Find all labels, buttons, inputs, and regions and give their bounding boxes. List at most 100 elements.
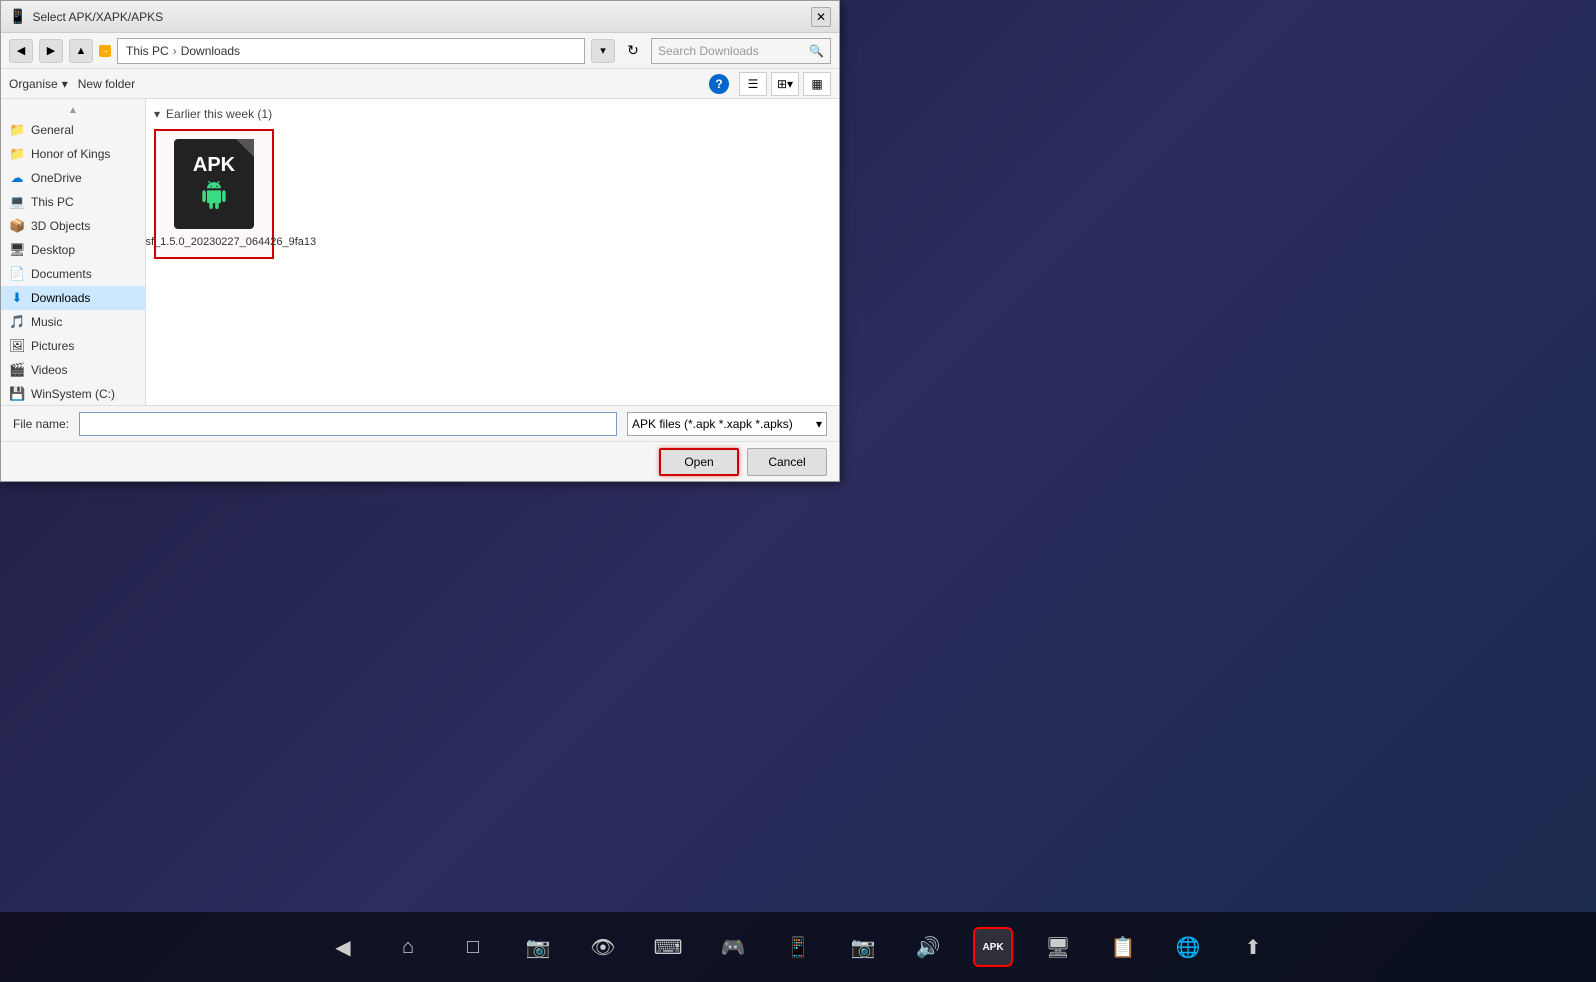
help-button[interactable]: ? [709, 74, 729, 94]
breadcrumb-dropdown[interactable]: ▾ [591, 39, 615, 63]
dock-display-button[interactable]: 🖥 [1038, 927, 1078, 967]
dock-back-button[interactable]: ◀ [323, 927, 363, 967]
sidebar-label-onedrive: OneDrive [31, 171, 82, 185]
dialog-close-button[interactable]: ✕ [811, 7, 831, 27]
dock-eye-button[interactable]: 👁 [583, 927, 623, 967]
refresh-button[interactable]: ↻ [621, 39, 645, 63]
search-placeholder: Search Downloads [658, 44, 759, 58]
view-toggle-area: ☰ ⊞▾ ▦ [739, 72, 831, 96]
new-folder-button[interactable]: New folder [78, 77, 135, 91]
sidebar-item-videos[interactable]: 🎬 Videos [1, 358, 145, 382]
sidebar-label-general: General [31, 123, 74, 137]
search-icon-dialog: 🔍 [809, 44, 824, 58]
sidebar-item-downloads[interactable]: ⬇ Downloads [1, 286, 145, 310]
folder-icon-music: 🎵 [9, 314, 25, 330]
dock-screen-button[interactable]: □ [453, 927, 493, 967]
dialog-content: ▾ Earlier this week (1) APK yslzmcsf_1.5… [146, 99, 839, 405]
file-name-label: yslzmcsf_1.5.0_20230227_064426_9fa13 [146, 235, 316, 249]
folder-icon-general: 📁 [9, 122, 25, 138]
new-folder-label: New folder [78, 77, 135, 91]
sidebar-label-3dobjects: 3D Objects [31, 219, 90, 233]
folder-icon-honor: 📁 [9, 146, 25, 162]
section-header-earlier[interactable]: ▾ Earlier this week (1) [154, 107, 831, 121]
drive-icon-winsystem: 💾 [9, 386, 25, 402]
sidebar-item-pictures[interactable]: 🖼 Pictures [1, 334, 145, 358]
dialog-title-left: 📱 Select APK/XAPK/APKS [9, 8, 163, 25]
sidebar-item-music[interactable]: 🎵 Music [1, 310, 145, 334]
sidebar-label-music: Music [31, 315, 62, 329]
filetype-label: APK files (*.apk *.xapk *.apks) [632, 417, 793, 431]
android-logo [200, 181, 228, 215]
sidebar-label-winsystem: WinSystem (C:) [31, 387, 115, 401]
pc-icon: 💻 [9, 194, 25, 210]
sidebar-item-thispc[interactable]: 💻 This PC [1, 190, 145, 214]
folder-icon-videos: 🎬 [9, 362, 25, 378]
dialog-title-text: Select APK/XAPK/APKS [32, 10, 163, 24]
breadcrumb-part-downloads[interactable]: Downloads [181, 44, 240, 58]
organise-arrow: ▾ [62, 77, 68, 91]
file-dialog: 📱 Select APK/XAPK/APKS ✕ ◀ ▶ ▲ → This PC… [0, 0, 840, 482]
up-button[interactable]: ▲ [69, 39, 93, 63]
cancel-label: Cancel [768, 455, 805, 469]
sidebar-item-general[interactable]: 📁 General [1, 118, 145, 142]
apk-fold-corner [236, 139, 254, 157]
dock-apk-button[interactable]: APK [973, 927, 1013, 967]
organise-label: Organise [9, 77, 58, 91]
search-box[interactable]: Search Downloads 🔍 [651, 38, 831, 64]
apk-text: APK [193, 154, 235, 177]
filename-label: File name: [13, 417, 69, 431]
sidebar-item-onedrive[interactable]: ☁ OneDrive [1, 166, 145, 190]
sidebar-label-documents: Documents [31, 267, 92, 281]
back-button[interactable]: ◀ [9, 39, 33, 63]
dock-share-button[interactable]: ⬆ [1233, 927, 1273, 967]
dock-home-button[interactable]: ⌂ [388, 927, 428, 967]
dock-mobile-button[interactable]: 📱 [778, 927, 818, 967]
cloud-icon-onedrive: ☁ [9, 170, 25, 186]
dialog-actions: Open Cancel [1, 441, 839, 481]
breadcrumb: This PC › Downloads [126, 44, 240, 58]
view-details-button[interactable]: ☰ [739, 72, 767, 96]
dock-keyboard-button[interactable]: ⌨ [648, 927, 688, 967]
view-list-button[interactable]: ▦ [803, 72, 831, 96]
dock-list-button[interactable]: 📋 [1103, 927, 1143, 967]
breadcrumb-part-thispc[interactable]: This PC [126, 44, 169, 58]
sidebar-scroll-up[interactable]: ▲ [1, 103, 145, 118]
dock-camera-button[interactable]: 📷 [518, 927, 558, 967]
view-dropdown: ⊞▾ [771, 72, 799, 96]
sidebar-item-documents[interactable]: 📄 Documents [1, 262, 145, 286]
bottom-dock: ◀ ⌂ □ 📷 👁 ⌨ 🎮 📱 📷 🔊 APK 🖥 📋 🌐 ⬆ [0, 912, 1596, 982]
sidebar-label-honor: Honor of Kings [31, 147, 110, 161]
cancel-button[interactable]: Cancel [747, 448, 827, 476]
sidebar-label-videos: Videos [31, 363, 67, 377]
sidebar-label-thispc: This PC [31, 195, 74, 209]
filetype-dropdown[interactable]: APK files (*.apk *.xapk *.apks) ▾ [627, 412, 827, 436]
sidebar-item-winsystem[interactable]: 💾 WinSystem (C:) [1, 382, 145, 405]
dialog-filename-row: File name: APK files (*.apk *.xapk *.apk… [1, 405, 839, 441]
open-button[interactable]: Open [659, 448, 739, 476]
folder-icon-downloads: ⬇ [9, 290, 25, 306]
organise-button[interactable]: Organise ▾ [9, 77, 68, 91]
dock-network-button[interactable]: 🌐 [1168, 927, 1208, 967]
filename-input[interactable] [79, 412, 617, 436]
section-collapse-icon: ▾ [154, 107, 160, 121]
organise-bar: Organise ▾ New folder ? ☰ ⊞▾ ▦ [1, 69, 839, 99]
view-icon-button[interactable]: ⊞▾ [771, 72, 799, 96]
folder-icon-3dobjects: 📦 [9, 218, 25, 234]
sidebar-item-3dobjects[interactable]: 📦 3D Objects [1, 214, 145, 238]
file-item-apk[interactable]: APK yslzmcsf_1.5.0_20230227_064426_9fa13 [154, 129, 274, 259]
forward-button[interactable]: ▶ [39, 39, 63, 63]
dock-screenshot-button[interactable]: 📷 [843, 927, 883, 967]
emulator-screen: ▼ 10:31 🔍 UU Booster Pokémon GO [840, 0, 1596, 982]
dialog-sidebar: ▲ 📁 General 📁 Honor of Kings ☁ OneDrive … [1, 99, 146, 405]
dialog-toolbar: ◀ ▶ ▲ → This PC › Downloads ▾ ↻ Search D… [1, 33, 839, 69]
dock-gamepad-button[interactable]: 🎮 [713, 927, 753, 967]
sidebar-item-desktop[interactable]: 🖥 Desktop [1, 238, 145, 262]
sidebar-label-desktop: Desktop [31, 243, 75, 257]
open-label: Open [684, 455, 713, 469]
sidebar-item-honor[interactable]: 📁 Honor of Kings [1, 142, 145, 166]
dock-volume-button[interactable]: 🔊 [908, 927, 948, 967]
apk-icon: APK [174, 139, 254, 229]
sidebar-label-pictures: Pictures [31, 339, 74, 353]
breadcrumb-bar: This PC › Downloads [117, 38, 585, 64]
dialog-title-bar: 📱 Select APK/XAPK/APKS ✕ [1, 1, 839, 33]
